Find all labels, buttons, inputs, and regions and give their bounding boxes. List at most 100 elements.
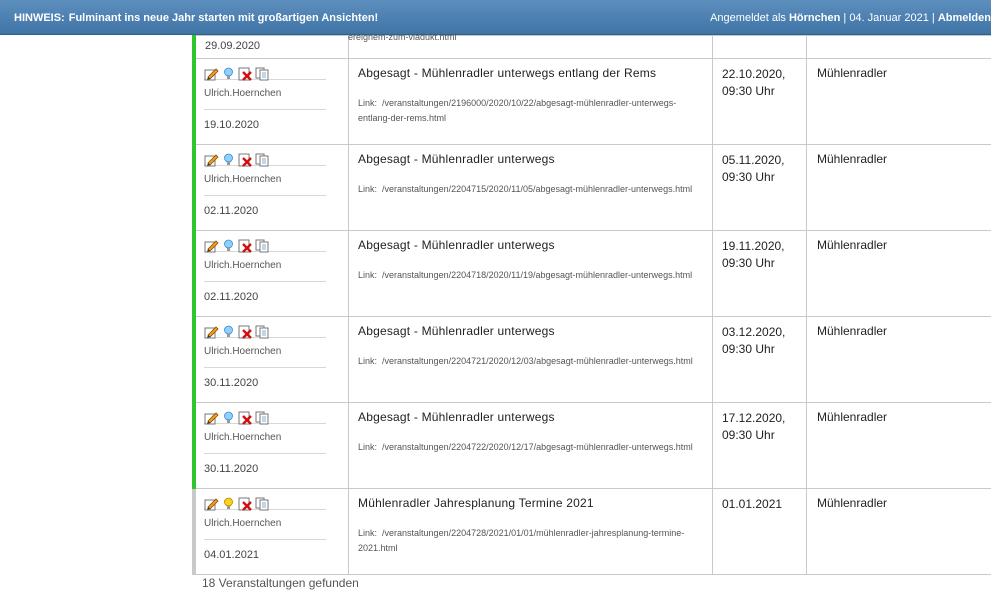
event-date: 17.12.2020,09:30 Uhr [722,410,806,444]
event-date: 05.11.2020,09:30 Uhr [722,152,806,186]
created-date: 30.11.2020 [204,454,348,483]
notice-label: HINWEIS: [14,12,65,24]
edit-icon[interactable] [204,497,219,511]
event-link[interactable]: Link: /veranstaltungen/2204728/2021/01/0… [358,526,703,556]
title-cell: Abgesagt - Mühlenradler unterwegs Link: … [349,145,713,231]
title-cell: Mühlenradler Jahresplanung Termine 2021 … [349,489,713,575]
link-url[interactable]: /veranstaltungen/2196000/2020/10/22/abge… [358,98,676,123]
table-row: Ulrich.Hoernchen 30.11.2020 Abgesagt - M… [194,403,991,489]
copy-icon[interactable] [255,67,270,81]
link-url[interactable]: /veranstaltungen/2204718/2020/11/19/abge… [382,270,692,280]
link-url[interactable]: /veranstaltungen/2204715/2020/11/05/abge… [382,184,692,194]
action-icons [204,489,348,509]
table-row: Ulrich.Hoernchen 30.11.2020 Abgesagt - M… [194,317,991,403]
event-link[interactable]: Link: /veranstaltungen/2204722/2020/12/1… [358,440,703,455]
lightbulb-icon[interactable] [221,239,236,253]
event-link[interactable]: Link: /veranstaltungen/2204721/2020/12/0… [358,354,703,369]
event-organizer[interactable]: Mühlenradler [817,324,991,338]
delete-icon[interactable] [238,67,253,81]
edit-icon[interactable] [204,325,219,339]
meta-cell: Ulrich.Hoernchen 19.10.2020 [194,59,349,145]
event-organizer[interactable]: Mühlenradler [817,238,991,252]
event-link[interactable]: Link: /veranstaltungen/2196000/2020/10/2… [358,96,703,126]
organizer-cell: Mühlenradler [807,317,991,403]
delete-icon[interactable] [238,239,253,253]
event-title[interactable]: Abgesagt - Mühlenradler unterwegs entlan… [358,66,712,80]
action-icons [204,145,348,165]
link-label: Link: [358,356,377,366]
lightbulb-icon[interactable] [221,153,236,167]
title-cell: Abgesagt - Mühlenradler unterwegs entlan… [349,59,713,145]
lightbulb-icon[interactable] [221,497,236,511]
author-name[interactable]: Ulrich.Hoernchen [204,338,348,367]
copy-icon[interactable] [255,153,270,167]
top-bar: HINWEIS: Fulminant ins neue Jahr starten … [0,0,991,35]
event-date: 19.11.2020, 09:30 Uhr [722,238,806,272]
event-organizer[interactable]: Mühlenradler [817,152,991,166]
date-cell: 17.12.2020,09:30 Uhr [713,403,807,489]
event-link[interactable]: Link: /veranstaltungen/2204718/2020/11/1… [358,268,703,283]
user-info: Angemeldet als Hörnchen | 04. Januar 202… [710,12,991,24]
event-organizer[interactable]: Mühlenradler [817,496,991,510]
event-organizer[interactable]: Mühlenradler [817,66,991,80]
table-row [194,36,991,59]
meta-cell: Ulrich.Hoernchen 02.11.2020 [194,231,349,317]
author-name[interactable]: Ulrich.Hoernchen [204,166,348,195]
logout-link[interactable]: Abmelden [938,12,991,24]
author-name[interactable]: Ulrich.Hoernchen [204,252,348,281]
author-name[interactable]: Ulrich.Hoernchen [204,424,348,453]
partial-row-date: 29.09.2020 [205,40,260,52]
edit-icon[interactable] [204,67,219,81]
link-url[interactable]: /veranstaltungen/2204722/2020/12/17/abge… [382,442,693,452]
title-cell: Abgesagt - Mühlenradler unterwegs Link: … [349,231,713,317]
event-title[interactable]: Mühlenradler Jahresplanung Termine 2021 [358,496,712,510]
edit-icon[interactable] [204,239,219,253]
event-date-line1: 19.11.2020, [722,239,785,253]
event-title[interactable]: Abgesagt - Mühlenradler unterwegs [358,152,712,166]
partial-row-link[interactable]: ereignem-zum-viadukt.html [348,32,457,42]
link-url[interactable]: /veranstaltungen/2204728/2021/01/01/mühl… [358,528,684,553]
copy-icon[interactable] [255,239,270,253]
event-organizer[interactable]: Mühlenradler [817,410,991,424]
copy-icon[interactable] [255,497,270,511]
action-icons [204,231,348,251]
title-cell: Abgesagt - Mühlenradler unterwegs Link: … [349,403,713,489]
action-icons [204,317,348,337]
organizer-cell [807,36,991,59]
author-name[interactable]: Ulrich.Hoernchen [204,80,348,109]
username[interactable]: Hörnchen [789,12,840,24]
lightbulb-icon[interactable] [221,411,236,425]
event-date-line2: 09:30 Uhr [722,256,775,270]
date-cell: 05.11.2020,09:30 Uhr [713,145,807,231]
copy-icon[interactable] [255,411,270,425]
event-title[interactable]: Abgesagt - Mühlenradler unterwegs [358,238,712,252]
delete-icon[interactable] [238,411,253,425]
organizer-cell: Mühlenradler [807,231,991,317]
notice-text[interactable]: Fulminant ins neue Jahr starten mit groß… [69,12,378,24]
event-title[interactable]: Abgesagt - Mühlenradler unterwegs [358,324,712,338]
delete-icon[interactable] [238,153,253,167]
delete-icon[interactable] [238,325,253,339]
organizer-cell: Mühlenradler [807,403,991,489]
link-label: Link: [358,528,377,538]
author-name[interactable]: Ulrich.Hoernchen [204,510,348,539]
lightbulb-icon[interactable] [221,67,236,81]
link-label: Link: [358,98,377,108]
delete-icon[interactable] [238,497,253,511]
event-link[interactable]: Link: /veranstaltungen/2204715/2020/11/0… [358,182,703,197]
link-url[interactable]: /veranstaltungen/2204721/2020/12/03/abge… [382,356,693,366]
action-icons [204,403,348,423]
date-cell: 01.01.2021 [713,489,807,575]
table-row: Ulrich.Hoernchen 02.11.2020 Abgesagt - M… [194,145,991,231]
organizer-cell: Mühlenradler [807,489,991,575]
copy-icon[interactable] [255,325,270,339]
logged-in-prefix: Angemeldet als [710,12,786,24]
created-date: 02.11.2020 [204,196,348,225]
event-title[interactable]: Abgesagt - Mühlenradler unterwegs [358,410,712,424]
edit-icon[interactable] [204,411,219,425]
edit-icon[interactable] [204,153,219,167]
lightbulb-icon[interactable] [221,325,236,339]
table-row: Ulrich.Hoernchen 04.01.2021 Mühlenradler… [194,489,991,575]
event-date: 01.01.2021 [722,496,806,513]
meta-cell: Ulrich.Hoernchen 30.11.2020 [194,317,349,403]
